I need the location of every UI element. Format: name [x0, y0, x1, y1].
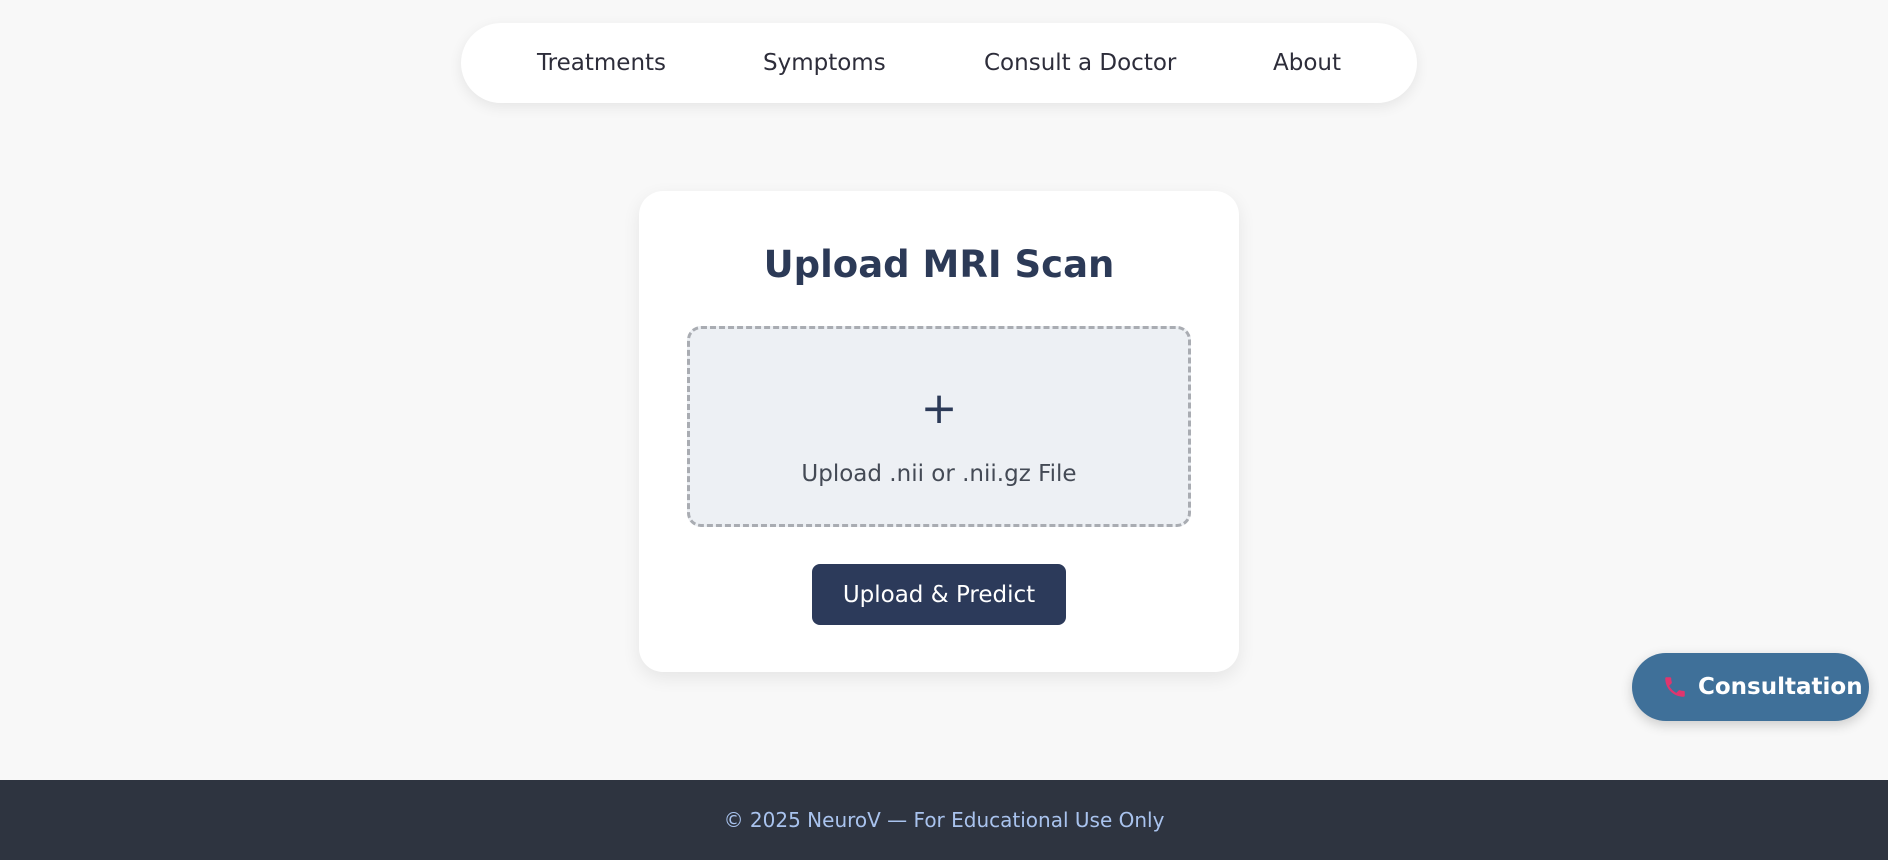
nav-item-consult-a-doctor[interactable]: Consult a Doctor [984, 23, 1176, 103]
nav-item-about[interactable]: About [1273, 23, 1341, 103]
phone-icon [1662, 674, 1688, 700]
top-navigation: Treatments Symptoms Consult a Doctor Abo… [461, 23, 1417, 103]
plus-icon: + [920, 383, 958, 434]
file-dropzone[interactable]: + Upload .nii or .nii.gz File [687, 326, 1191, 527]
consultation-button[interactable]: Consultation [1632, 653, 1869, 721]
page-title: Upload MRI Scan [763, 243, 1115, 286]
nav-item-symptoms[interactable]: Symptoms [763, 23, 886, 103]
footer: © 2025 NeuroV — For Educational Use Only [0, 780, 1888, 860]
dropzone-label: Upload .nii or .nii.gz File [801, 461, 1077, 487]
page: Treatments Symptoms Consult a Doctor Abo… [0, 0, 1888, 860]
consultation-label: Consultation [1698, 674, 1863, 700]
upload-and-predict-button[interactable]: Upload & Predict [812, 564, 1066, 625]
nav-item-treatments[interactable]: Treatments [537, 23, 666, 103]
upload-card: Upload MRI Scan + Upload .nii or .nii.gz… [639, 191, 1239, 672]
footer-copyright: © 2025 NeuroV — For Educational Use Only [723, 808, 1165, 832]
